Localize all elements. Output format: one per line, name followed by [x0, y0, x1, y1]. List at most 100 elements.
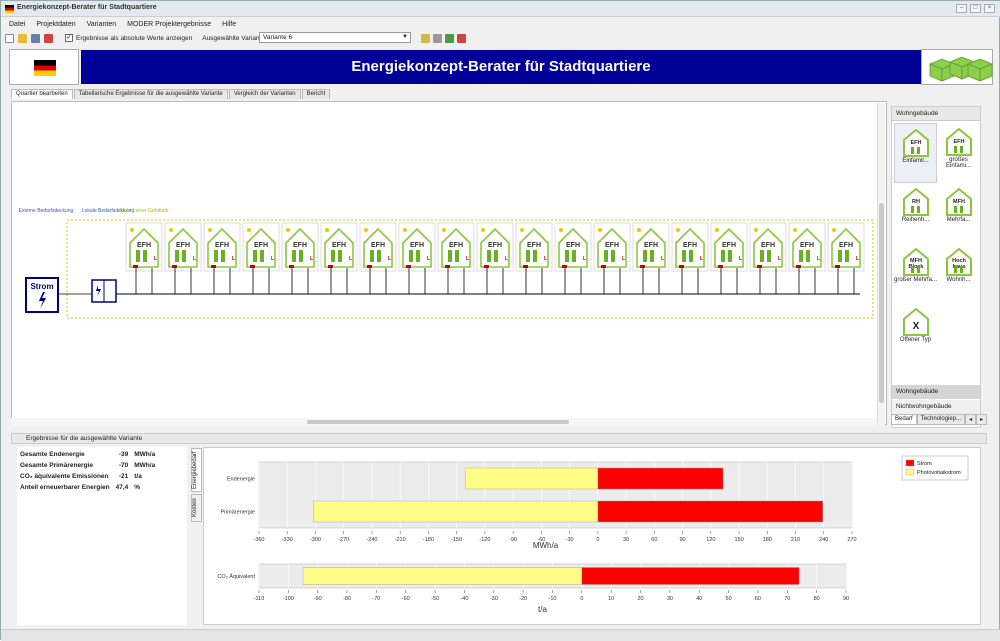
house-label: EFH — [410, 242, 424, 249]
absolute-values-checkbox[interactable]: ✓ — [65, 34, 73, 42]
quarter-canvas[interactable]: Externe Bedarfsdeckung Lokale Bedarfsdec… — [11, 101, 887, 425]
banner-title: Energiekonzept-Berater für Stadtquartier… — [81, 50, 921, 84]
menu-moder-projektergebnisse[interactable]: MODER Projektergebnisse — [127, 21, 211, 28]
variant-select[interactable]: Variante 6 ▼ — [259, 32, 411, 43]
palette-group-nichtwohngebaeude[interactable]: Nichtwohngebäude — [892, 400, 980, 414]
house-efh[interactable]: EFH L — [359, 222, 397, 294]
menu-projektdaten[interactable]: Projektdaten — [36, 21, 75, 28]
person-icon — [175, 250, 179, 262]
palette-item[interactable]: MFH Mehrfa... — [937, 183, 980, 243]
tick-label: -100 — [283, 596, 294, 602]
house-efh[interactable]: EFH L — [749, 222, 787, 294]
person-icon — [299, 250, 303, 262]
tab-energiebedarf[interactable]: Energiebedarf — [191, 448, 202, 492]
house-efh[interactable]: EFH L — [125, 222, 163, 294]
person-icon — [487, 250, 491, 262]
results-chart: -360 -330 -300 -270 -240 -210 -180 -150 -120 -90-… — [217, 455, 969, 614]
house-label: EFH — [527, 242, 541, 249]
tick-label: 90 — [843, 596, 849, 602]
house-efh[interactable]: EFH L — [398, 222, 436, 294]
tab-bedarf[interactable]: Bedarf — [891, 414, 917, 425]
house-efh[interactable]: EFH L — [437, 222, 475, 294]
house-efh[interactable]: EFH L — [632, 222, 670, 294]
tab-technologie[interactable]: Technologiep... — [916, 414, 966, 425]
export-icon[interactable] — [44, 33, 53, 43]
tab-bericht[interactable]: Bericht — [301, 89, 331, 99]
person-icon — [845, 250, 849, 262]
tab-quartier-bearbeiten[interactable]: Quartier bearbeiten — [11, 89, 73, 99]
palette-item[interactable]: MFH Block großer Mehrfa... — [894, 243, 937, 303]
tick-label: -210 — [395, 537, 406, 543]
tab-scroll-right[interactable]: ▸ — [976, 414, 988, 425]
house-efh[interactable]: EFH L — [320, 222, 358, 294]
language-flag[interactable] — [9, 49, 79, 85]
l-marker: L — [700, 256, 703, 262]
menu-hilfe[interactable]: Hilfe — [222, 21, 236, 28]
house-efh[interactable]: EFH L — [593, 222, 631, 294]
palette-group-wohngebaeude[interactable]: Wohngebäude — [892, 385, 980, 399]
tab-vergleich-varianten[interactable]: Vergleich der Varianten — [228, 89, 301, 99]
house-label: EFH — [176, 242, 190, 249]
menu-datei[interactable]: Datei — [9, 21, 25, 28]
print-icon[interactable] — [31, 33, 40, 43]
palette-item[interactable]: EFH großes Einfami... — [937, 123, 980, 183]
minimize-button[interactable]: – — [956, 4, 967, 13]
quarter-diagram[interactable]: Externe Bedarfsdeckung Lokale Bedarfsdec… — [12, 102, 878, 422]
tick-label: 70 — [784, 596, 790, 602]
connector — [406, 265, 411, 268]
canvas-vertical-scrollbar[interactable] — [877, 103, 885, 425]
tab-tabellarische-ergebnisse[interactable]: Tabellarische Ergebnisse für die ausgewä… — [73, 89, 228, 99]
sun-icon — [442, 228, 446, 232]
summary-unit: MWh/a — [134, 462, 156, 469]
settings-icon[interactable] — [433, 33, 442, 43]
house-efh[interactable]: EFH L — [554, 222, 592, 294]
tick-label: 0 — [580, 596, 583, 602]
window-title: Energiekonzept-Berater für Stadtquartier… — [17, 4, 157, 11]
house-label: EFH — [488, 242, 502, 249]
sun-icon — [676, 228, 680, 232]
tick-label: -120 — [479, 537, 490, 543]
tick-label: 30 — [667, 596, 673, 602]
house-efh[interactable]: EFH L — [164, 222, 202, 294]
scroll-thumb[interactable] — [879, 203, 884, 403]
menu-varianten[interactable]: Varianten — [87, 21, 116, 28]
house-efh[interactable]: EFH L — [710, 222, 748, 294]
add-variant-icon[interactable] — [421, 33, 430, 43]
house-efh[interactable]: EFH L — [203, 222, 241, 294]
house-label: EFH — [683, 242, 697, 249]
canvas-horizontal-scrollbar[interactable] — [11, 418, 877, 426]
person-icon — [760, 250, 764, 262]
menu-bar: Datei Projektdaten Varianten MODER Proje… — [1, 17, 1000, 31]
house-efh[interactable]: EFH L — [827, 222, 865, 294]
palette-item[interactable]: X Offener Typ — [894, 303, 937, 363]
excel-icon[interactable] — [445, 33, 454, 43]
person-icon — [565, 250, 569, 262]
house-efh[interactable]: EFH L — [788, 222, 826, 294]
palette-item[interactable]: RH Reihenh... — [894, 183, 937, 243]
open-folder-icon[interactable] — [18, 33, 27, 43]
sun-icon — [637, 228, 641, 232]
house-efh[interactable]: EFH L — [476, 222, 514, 294]
tab-scroll-left[interactable]: ◂ — [965, 414, 977, 425]
delete-variant-icon[interactable] — [457, 33, 466, 43]
results-panel-header[interactable]: Ergebnisse für die ausgewählte Variante — [11, 433, 987, 444]
strom-source[interactable]: Strom — [25, 277, 59, 313]
scroll-thumb[interactable] — [307, 420, 569, 424]
building-icon: RH — [902, 187, 929, 216]
maximize-button[interactable]: □ — [970, 4, 981, 13]
palette-item[interactable]: Hoch haus Wohnh... — [937, 243, 980, 303]
house-efh[interactable]: EFH L — [242, 222, 280, 294]
toolbar: ✓ Ergebnisse als absolute Werte anzeigen… — [1, 31, 1000, 45]
person-icon — [767, 250, 771, 262]
person-icon — [650, 250, 654, 262]
house-efh[interactable]: EFH L — [281, 222, 319, 294]
l-marker: L — [271, 256, 274, 262]
house-efh[interactable]: EFH L — [671, 222, 709, 294]
tick-label: -70 — [372, 596, 380, 602]
house-efh[interactable]: EFH L — [515, 222, 553, 294]
distribution-node[interactable] — [91, 279, 117, 303]
tab-kosten[interactable]: Kosten — [191, 494, 202, 522]
new-file-icon[interactable] — [5, 33, 14, 43]
palette-item[interactable]: EFH Einfamil... — [894, 123, 937, 183]
close-button[interactable]: × — [984, 4, 995, 13]
